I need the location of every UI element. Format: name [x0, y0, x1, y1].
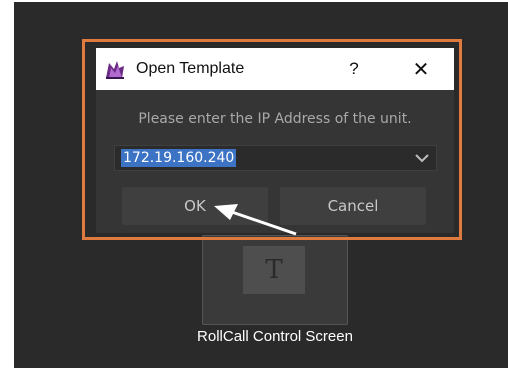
template-tile-label: RollCall Control Screen [197, 328, 353, 345]
screen: T RollCall Control Screen Open Template … [0, 0, 508, 372]
arrow-pointer-icon [214, 204, 297, 236]
template-type-icon: T [243, 246, 305, 294]
template-tile[interactable]: T [202, 235, 348, 325]
